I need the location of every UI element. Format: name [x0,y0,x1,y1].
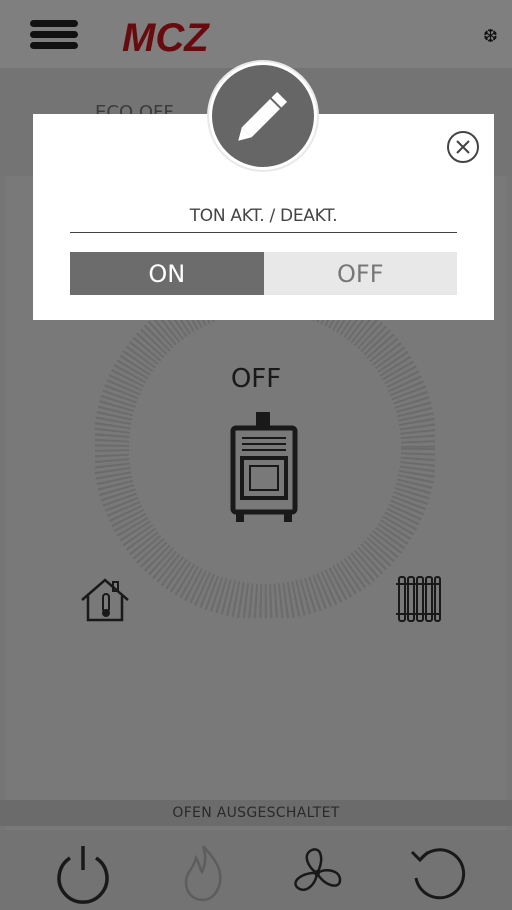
pencil-icon [209,62,317,170]
toggle-off-button[interactable]: OFF [263,252,457,295]
toggle-on-button[interactable]: ON [70,252,264,295]
sound-setting-label: TON AKT. / DEAKT. [70,206,457,233]
close-circle-icon[interactable] [446,130,480,164]
sound-toggle: ON OFF [70,252,457,295]
